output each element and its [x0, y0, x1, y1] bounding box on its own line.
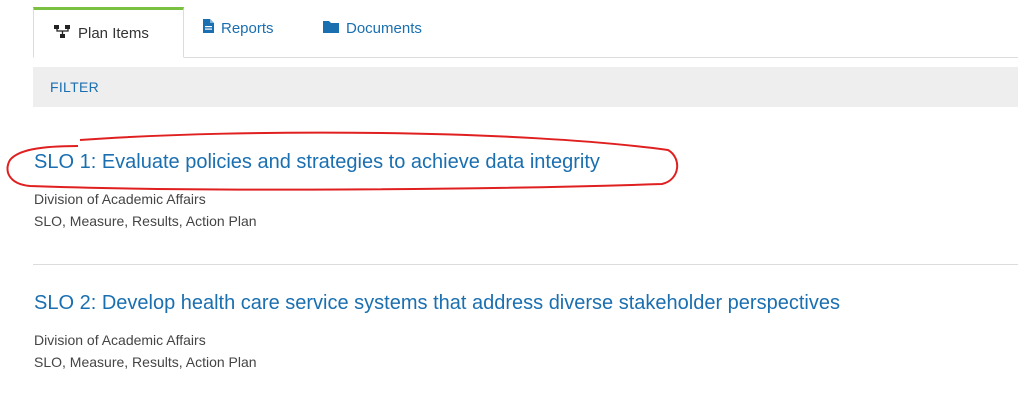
- plan-item-link[interactable]: SLO 2: Develop health care service syste…: [34, 292, 840, 315]
- list-item: SLO 1: Evaluate policies and strategies …: [34, 151, 600, 232]
- tab-reports[interactable]: Reports: [203, 3, 274, 53]
- item-division: Division of Academic Affairs: [34, 332, 206, 348]
- tab-label: Documents: [346, 19, 422, 37]
- folder-icon: [323, 20, 339, 37]
- item-components: SLO, Measure, Results, Action Plan: [34, 354, 257, 370]
- item-components: SLO, Measure, Results, Action Plan: [34, 213, 257, 229]
- filter-toggle[interactable]: FILTER: [50, 79, 99, 95]
- list-item: SLO 2: Develop health care service syste…: [34, 292, 840, 373]
- divider: [33, 264, 1018, 265]
- tab-label: Reports: [221, 19, 274, 37]
- item-division: Division of Academic Affairs: [34, 191, 206, 207]
- hierarchy-icon: [54, 25, 71, 42]
- file-icon: [203, 19, 214, 37]
- filter-bar: FILTER: [33, 67, 1018, 107]
- tab-label: Plan Items: [78, 25, 149, 42]
- tab-documents[interactable]: Documents: [323, 3, 422, 53]
- tab-plan-items[interactable]: Plan Items: [33, 7, 184, 58]
- tab-bar: Plan Items Reports Documents: [33, 7, 1018, 58]
- plan-item-link[interactable]: SLO 1: Evaluate policies and strategies …: [34, 151, 600, 174]
